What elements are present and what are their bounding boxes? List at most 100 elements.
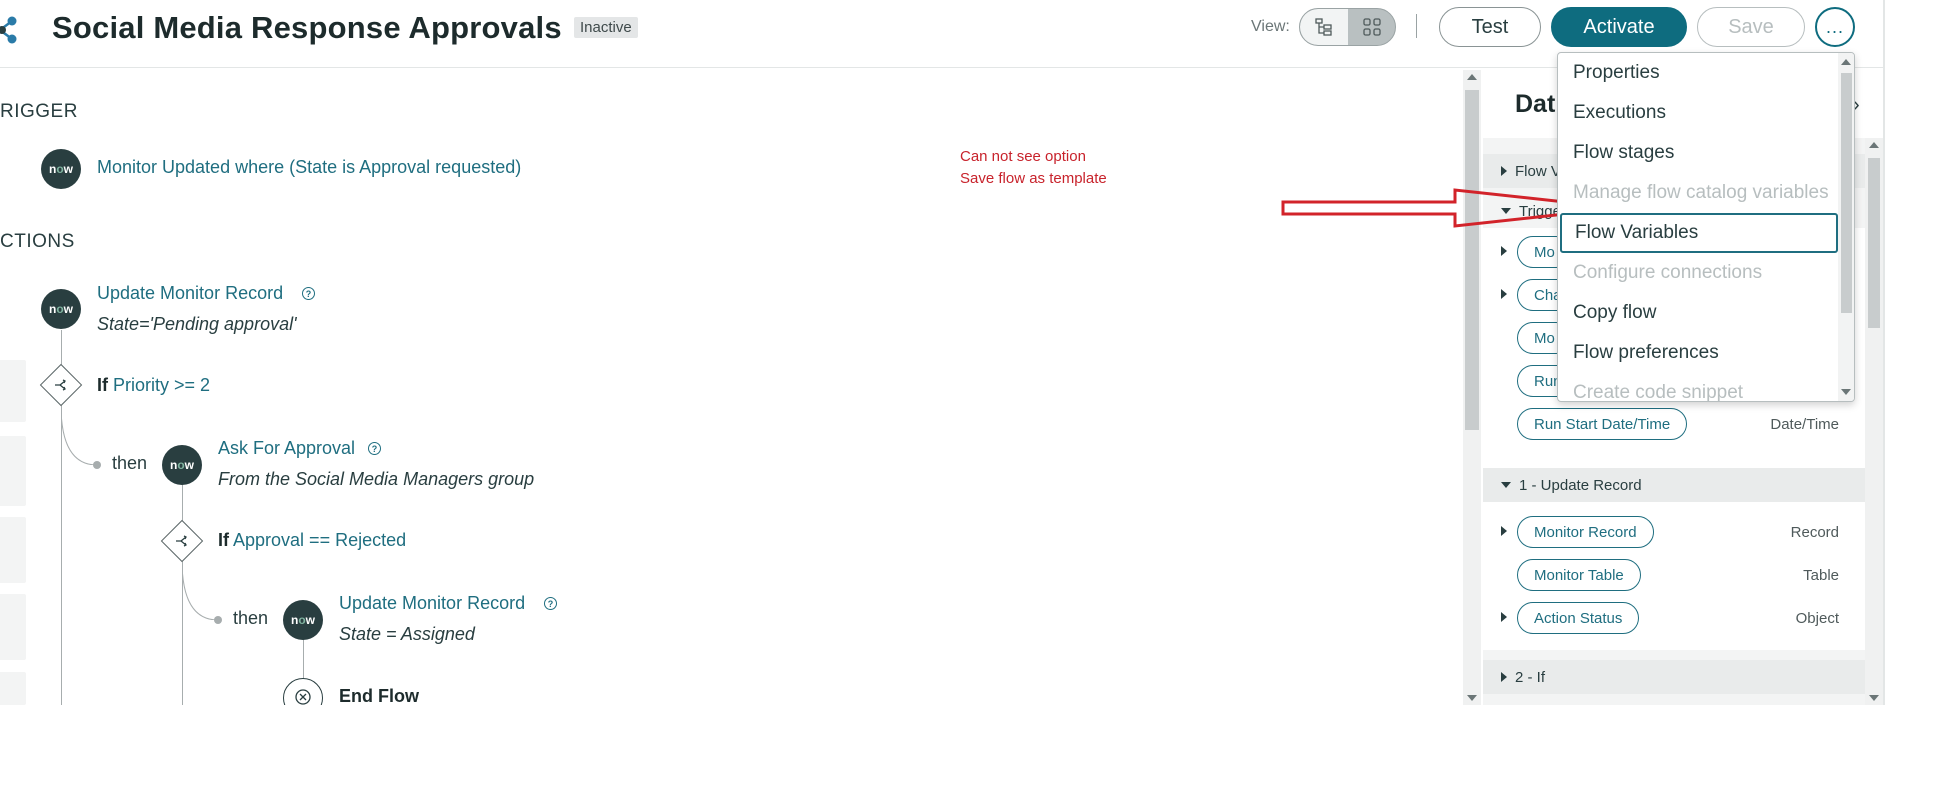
now-letter: o (177, 458, 185, 472)
data-pill[interactable]: Action Status (1517, 602, 1640, 634)
menu-item-flow-stages[interactable]: Flow stages (1558, 133, 1838, 173)
section-label: 2 - If (1515, 668, 1546, 686)
caret-down-icon (1501, 482, 1511, 488)
annotation-line: Can not see option (960, 148, 1086, 165)
step-ask-for-approval[interactable]: Ask For Approval (218, 438, 355, 459)
step-detail: State='Pending approval' (97, 314, 297, 334)
scroll-thumb[interactable] (1841, 73, 1852, 313)
section-if[interactable]: 2 - If (1483, 660, 1865, 694)
now-letter: w (184, 458, 195, 472)
more-actions-button[interactable]: ... (1815, 7, 1855, 47)
connector-curve (182, 560, 219, 620)
now-letter: o (56, 302, 64, 316)
test-button[interactable]: Test (1439, 7, 1541, 47)
menu-scrollbar[interactable] (1838, 53, 1854, 401)
scroll-down-icon[interactable] (1841, 389, 1851, 395)
now-logo-icon: now (283, 600, 323, 640)
connector-dot (93, 461, 101, 469)
list-view-icon (1315, 18, 1332, 36)
if-keyword: If (97, 375, 108, 395)
if-condition-row[interactable]: If Approval == Rejected (218, 530, 406, 551)
now-logo-icon: now (41, 289, 81, 329)
data-panel-title: Dat (1515, 90, 1556, 118)
step-update-monitor-record[interactable]: Update Monitor Record (97, 283, 283, 304)
scroll-down-icon[interactable] (1467, 695, 1477, 701)
trigger-link[interactable]: Monitor Updated where (State is Approval… (97, 157, 521, 178)
flow-designer: Social Media Response Approvals Inactive… (0, 0, 1885, 705)
section-update-record[interactable]: 1 - Update Record (1483, 468, 1865, 502)
pill-type: Record (1790, 524, 1839, 541)
menu-item-flow-preferences[interactable]: Flow preferences (1558, 333, 1838, 373)
data-pill[interactable]: Monitor Table (1517, 559, 1641, 591)
caret-right-icon[interactable] (1501, 246, 1507, 256)
if-condition-row[interactable]: If Priority >= 2 (97, 375, 210, 396)
view-label: View: (1251, 18, 1290, 35)
pill-type: Table (1803, 567, 1839, 584)
view-toggle[interactable] (1299, 8, 1396, 46)
menu-item-flow-variables[interactable]: Flow Variables (1560, 213, 1838, 253)
step-detail: State = Assigned (339, 624, 475, 644)
header-divider (1416, 14, 1417, 38)
if-condition[interactable]: Approval == Rejected (233, 530, 406, 550)
menu-item-properties[interactable]: Properties (1558, 53, 1838, 93)
branch-icon (46, 370, 76, 400)
connector-dot (214, 616, 222, 624)
help-icon[interactable]: ? (302, 287, 315, 300)
section-label: Flow V (1515, 162, 1561, 180)
annotation-note: Can not see option Save flow as template (960, 146, 1107, 190)
now-letter: w (305, 613, 316, 627)
step-detail: From the Social Media Managers group (218, 469, 535, 489)
row-strip (0, 360, 26, 422)
row-strip (0, 594, 26, 660)
caret-right-icon[interactable] (1501, 526, 1507, 536)
more-actions-menu: Properties Executions Flow stages Manage… (1557, 52, 1855, 402)
row-strip (0, 672, 26, 705)
scroll-up-icon[interactable] (1467, 74, 1477, 80)
now-letter: n (290, 613, 299, 627)
pill-type: Date/Time (1770, 416, 1839, 433)
scroll-down-icon[interactable] (1869, 695, 1879, 701)
step-update-monitor-record-2[interactable]: Update Monitor Record (339, 593, 525, 614)
annotation-line: Save flow as template (960, 170, 1107, 187)
menu-item-manage-flow-catalog-variables: Manage flow catalog variables (1573, 182, 1829, 203)
scroll-up-icon[interactable] (1841, 59, 1851, 65)
caret-right-icon[interactable] (1501, 612, 1507, 622)
then-label: then (233, 608, 269, 628)
then-label: then (112, 453, 148, 473)
canvas-scrollbar[interactable] (1463, 70, 1481, 705)
caret-right-icon[interactable] (1501, 289, 1507, 299)
menu-item-executions[interactable]: Executions (1558, 93, 1838, 133)
help-icon[interactable]: ? (368, 442, 381, 455)
menu-item-copy-flow[interactable]: Copy flow (1558, 293, 1838, 333)
now-letter: o (56, 162, 64, 176)
run-start-pill[interactable]: Run Start Date/Time (1517, 408, 1688, 440)
page-title: Social Media Response Approvals (52, 10, 562, 45)
scroll-up-icon[interactable] (1869, 142, 1879, 148)
help-icon[interactable]: ? (544, 597, 557, 610)
data-panel-scrollbar[interactable] (1865, 138, 1883, 705)
grid-view-button[interactable] (1348, 9, 1395, 45)
branch-icon (167, 526, 197, 556)
now-letter: n (169, 458, 178, 472)
caret-right-icon (1501, 672, 1507, 682)
scroll-thumb[interactable] (1868, 158, 1880, 328)
if-keyword: If (218, 530, 229, 550)
end-flow-label: End Flow (339, 686, 419, 705)
activate-button[interactable]: Activate (1551, 7, 1687, 47)
now-letter: n (48, 162, 57, 176)
save-button[interactable]: Save (1697, 7, 1805, 47)
scroll-thumb[interactable] (1465, 90, 1479, 430)
trigger-section-label: RIGGER (0, 101, 78, 122)
flow-diagram-icon (0, 16, 17, 44)
now-logo-icon: now (41, 149, 81, 189)
list-view-button[interactable] (1300, 9, 1348, 45)
now-letter: n (48, 302, 57, 316)
pill-type: Object (1795, 610, 1839, 627)
now-letter: w (63, 302, 74, 316)
data-pill[interactable]: Monitor Record (1517, 516, 1654, 548)
actions-section-label: CTIONS (0, 231, 75, 252)
menu-item-configure-connections: Configure connections (1573, 262, 1763, 283)
connector-curve (61, 405, 98, 465)
if-condition[interactable]: Priority >= 2 (113, 375, 210, 395)
update-record-card: Monitor Record Record Monitor Table Tabl… (1483, 502, 1865, 650)
